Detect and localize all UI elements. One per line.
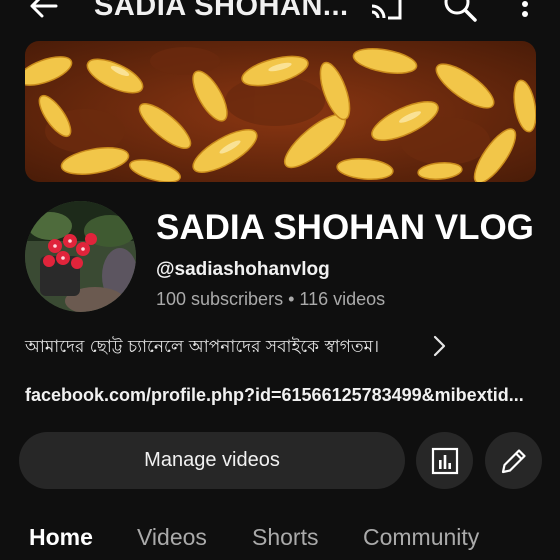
tab-home[interactable]: Home [29,524,93,551]
channel-stats: 100 subscribers • 116 videos [156,289,385,310]
avatar-image [25,201,136,312]
arrow-left-icon[interactable] [26,0,62,24]
analytics-icon [431,447,458,474]
channel-avatar[interactable] [25,201,136,312]
edit-button[interactable] [485,432,542,489]
chevron-right-icon [433,335,446,357]
video-count: 116 videos [299,289,386,309]
page-title: SADIA SHOHAN... [94,0,349,22]
cast-icon[interactable] [366,0,406,24]
channel-tabs: Home Videos Shorts Community [0,520,560,560]
more-vert-icon[interactable] [512,0,538,24]
channel-handle: @sadiashohanvlog [156,259,330,280]
channel-description: আমাদের ছোট্ট চ্যানেলে আপনাদের সবাইকে স্ব… [25,337,380,357]
tab-shorts[interactable]: Shorts [252,524,318,551]
channel-link[interactable]: facebook.com/profile.php?id=615661257834… [25,385,524,406]
analytics-button[interactable] [416,432,473,489]
search-icon[interactable] [442,0,478,24]
channel-banner[interactable] [25,41,536,182]
subscriber-count: 100 subscribers [156,289,284,309]
top-bar: SADIA SHOHAN... [0,0,560,28]
stats-separator: • [288,289,295,309]
banner-image [25,41,536,182]
channel-description-row[interactable]: আমাদের ছোট্ট চ্যানেলে আপনাদের সবাইকে স্ব… [25,332,455,360]
tab-community[interactable]: Community [363,524,479,551]
tab-videos[interactable]: Videos [137,524,207,551]
manage-videos-button[interactable]: Manage videos [19,432,405,489]
channel-name: SADIA SHOHAN VLOG [156,208,534,247]
pencil-icon [501,448,526,473]
